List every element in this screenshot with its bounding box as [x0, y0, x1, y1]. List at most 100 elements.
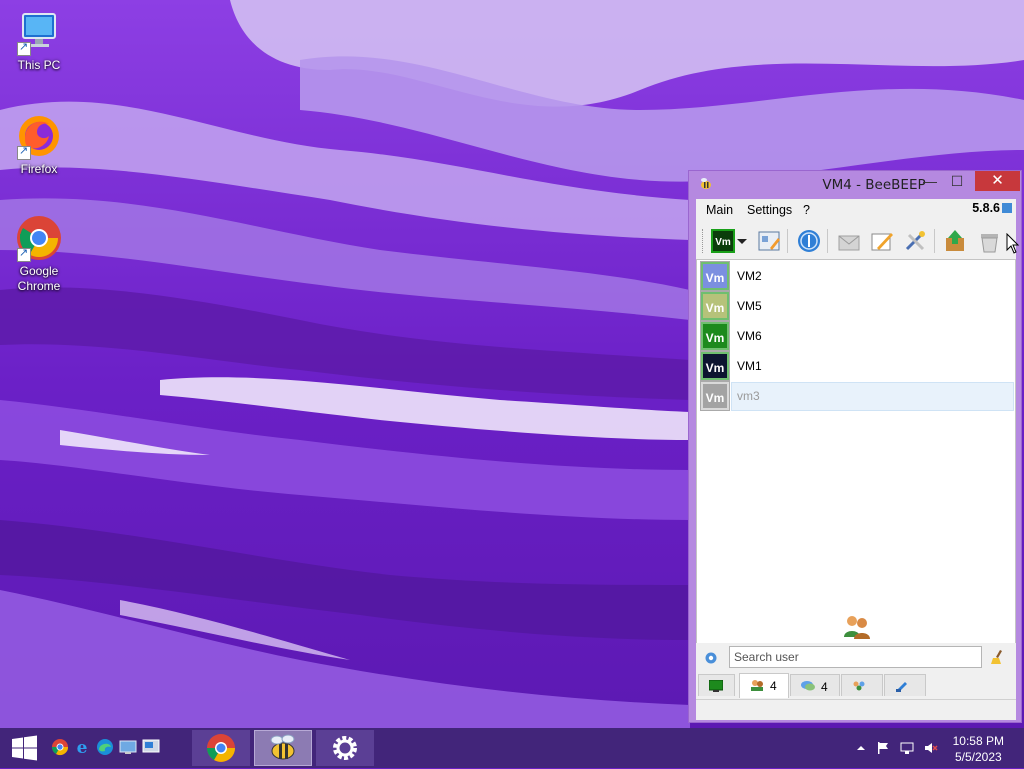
- upload-button[interactable]: [942, 228, 968, 254]
- remote-desktop-icon[interactable]: [119, 738, 137, 756]
- menu-bar: Main Settings ? 5.8.6: [696, 199, 1016, 221]
- network-button[interactable]: [796, 228, 822, 254]
- dropdown-arrow-icon: [737, 239, 747, 244]
- user-row-vm5[interactable]: Vm VM5: [700, 291, 1013, 321]
- toolbar-separator: [827, 229, 828, 253]
- user-name: vm3: [737, 389, 760, 403]
- user-name: VM2: [737, 269, 762, 283]
- profile-edit-icon: [758, 231, 780, 251]
- bee-icon: [701, 178, 711, 189]
- user-row-vm3[interactable]: Vm vm3: [700, 381, 1014, 411]
- beebeep-window: VM4 - BeeBEEP — ☐ ✕ Main Settings ? 5.8.…: [688, 170, 1022, 723]
- toolbar-separator: [787, 229, 788, 253]
- tab-groups[interactable]: [841, 674, 883, 696]
- user-avatar: Vm: [700, 351, 730, 381]
- user-avatar: Vm: [700, 381, 730, 411]
- trash-button[interactable]: [976, 228, 1002, 254]
- taskbar: e 10:58 PM 5/5/2023: [0, 728, 1024, 768]
- chrome-icon[interactable]: [51, 738, 69, 756]
- volume-muted-icon[interactable]: [924, 741, 938, 755]
- update-icon: [1002, 203, 1012, 213]
- shortcut-arrow-icon: [17, 144, 31, 160]
- users-icon: [751, 680, 763, 691]
- version-text: 5.8.6: [972, 201, 1000, 215]
- mouse-cursor-icon: [1006, 233, 1020, 254]
- desktop-icon-google-chrome[interactable]: Google Chrome: [1, 214, 77, 294]
- minimize-button[interactable]: —: [919, 171, 941, 191]
- user-avatar: Vm: [700, 261, 730, 291]
- tab-chats[interactable]: 4: [790, 674, 840, 696]
- window-client-area: Main Settings ? 5.8.6 Vm Vm VM2 Vm VM5 V…: [696, 199, 1016, 720]
- menu-help[interactable]: ?: [803, 203, 810, 217]
- share-icon: [896, 682, 907, 692]
- taskbar-clock[interactable]: 10:58 PM 5/5/2023: [953, 733, 1004, 765]
- tab-count: 4: [821, 680, 828, 694]
- svg-text:e: e: [77, 738, 88, 756]
- toolbar-separator: [934, 229, 935, 253]
- desktop-icon-this-pc[interactable]: This PC: [1, 8, 77, 73]
- desktop-icon-firefox[interactable]: Firefox: [1, 112, 77, 177]
- status-dropdown-button[interactable]: [736, 228, 748, 254]
- toolbar: Vm: [696, 223, 1016, 259]
- note-edit-icon: [871, 233, 893, 251]
- status-vm-button[interactable]: Vm: [710, 228, 736, 254]
- desktop-icon-label: Firefox: [20, 162, 58, 176]
- profile-edit-button[interactable]: [756, 228, 782, 254]
- trash-icon: [981, 234, 998, 253]
- network-icon: [798, 230, 820, 252]
- flag-icon[interactable]: [876, 741, 890, 755]
- taskbar-chrome[interactable]: [192, 730, 250, 766]
- user-avatar: Vm: [700, 321, 730, 351]
- user-row-vm1[interactable]: Vm VM1: [700, 351, 1013, 381]
- taskbar-settings[interactable]: [316, 730, 374, 766]
- chat-icon: [801, 681, 815, 691]
- user-list[interactable]: Vm VM2 Vm VM5 Vm VM6 Vm VM1 Vm vm3: [696, 259, 1016, 644]
- upload-icon: [946, 230, 964, 251]
- status-bar: [696, 700, 1016, 720]
- edge-icon[interactable]: [96, 738, 114, 756]
- shortcut-arrow-icon: [17, 246, 31, 262]
- tab-users[interactable]: 4: [739, 673, 789, 698]
- desktop-icon-label: This PC: [17, 58, 61, 72]
- desktop-icon-label: Google Chrome: [17, 264, 61, 293]
- user-row-vm6[interactable]: Vm VM6: [700, 321, 1013, 351]
- tab-bar: 4 4: [696, 673, 1016, 700]
- beebeep-icon: [270, 734, 295, 760]
- chevron-up-icon[interactable]: [854, 741, 868, 755]
- window-titlebar[interactable]: VM4 - BeeBEEP — ☐ ✕: [689, 171, 1021, 198]
- menu-settings[interactable]: Settings: [747, 203, 792, 217]
- status-vm-icon: Vm: [711, 229, 735, 253]
- settings-icon: [333, 736, 357, 760]
- search-input[interactable]: [729, 646, 982, 668]
- edge-legacy-icon[interactable]: e: [73, 738, 91, 756]
- gear-icon[interactable]: [704, 651, 718, 665]
- version-label: 5.8.6: [972, 201, 1012, 215]
- monitor-icon: [709, 680, 723, 692]
- tab-chat-monitor[interactable]: [698, 674, 735, 696]
- group-icon: [853, 681, 865, 691]
- menu-main[interactable]: Main: [706, 203, 733, 217]
- write-note-button[interactable]: [869, 228, 895, 254]
- network-status-icon[interactable]: [900, 741, 914, 755]
- maximize-button[interactable]: ☐: [946, 171, 968, 191]
- system-tray: 10:58 PM 5/5/2023: [844, 728, 1024, 768]
- tools-icon: [905, 231, 925, 251]
- shortcut-arrow-icon: [17, 40, 31, 56]
- send-message-button[interactable]: [836, 228, 862, 254]
- taskbar-beebeep[interactable]: [254, 730, 312, 766]
- user-avatar: Vm: [700, 291, 730, 321]
- clock-date: 5/5/2023: [954, 750, 1002, 764]
- svg-text:Vm: Vm: [715, 237, 731, 248]
- toolbar-grip: [702, 229, 704, 253]
- network-monitor-icon[interactable]: [142, 738, 160, 756]
- broom-icon[interactable]: [990, 649, 1006, 665]
- windows-start-button[interactable]: [0, 728, 48, 768]
- users-icon: [844, 616, 870, 639]
- row-highlight: [731, 382, 1014, 411]
- tab-shares[interactable]: [884, 674, 926, 696]
- tools-button[interactable]: [902, 228, 928, 254]
- chrome-icon: [207, 734, 235, 762]
- close-button[interactable]: ✕: [975, 171, 1020, 191]
- tab-count: 4: [770, 679, 777, 693]
- user-row-vm2[interactable]: Vm VM2: [700, 261, 1013, 291]
